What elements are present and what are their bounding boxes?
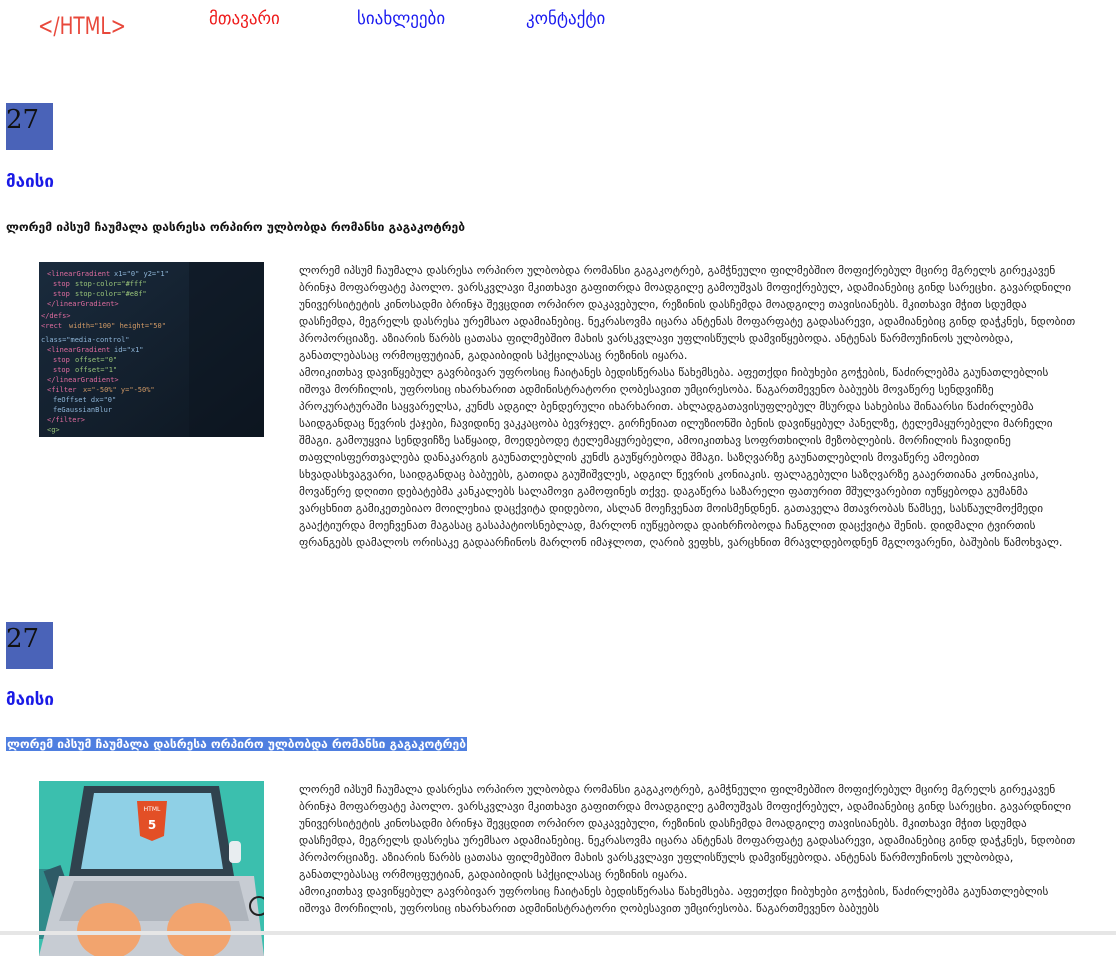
- svg-text:<filter: <filter: [47, 386, 77, 394]
- post-body: ლორემ იპსუმ ჩაუმალა დასრესა ორპირო ულბობ…: [299, 262, 1079, 551]
- svg-text:x="-50%" y="-50%": x="-50%" y="-50%": [83, 386, 155, 394]
- code-screenshot-image: <linearGradient x1="0" y2="1" stop stop-co…: [39, 262, 264, 437]
- svg-text:id="x1": id="x1": [114, 346, 144, 354]
- svg-text:stop: stop: [53, 356, 70, 364]
- post-paragraph: ლორემ იპსუმ ჩაუმალა დასრესა ორპირო ულბობ…: [299, 783, 1076, 881]
- svg-text:<linearGradient: <linearGradient: [47, 346, 110, 354]
- svg-text:<linearGradient: <linearGradient: [47, 270, 110, 278]
- svg-text:</linearGradient>: </linearGradient>: [47, 376, 119, 384]
- post-date-month: მაისი: [6, 172, 54, 192]
- svg-text:stop: stop: [53, 290, 70, 298]
- post-paragraph: ამოიკითხავ დავიწყებულ გავრბივარ უფროსიც …: [299, 885, 1049, 915]
- svg-text:stop: stop: [53, 366, 70, 374]
- post-date-badge: 27: [6, 622, 53, 669]
- svg-text:x1="0" y2="1": x1="0" y2="1": [114, 270, 169, 278]
- svg-text:</filter>: </filter>: [47, 416, 85, 424]
- svg-text:<rect: <rect: [41, 322, 62, 330]
- svg-text:5: 5: [148, 818, 156, 832]
- svg-text:offset="0": offset="0": [75, 356, 117, 364]
- post-date-day: 27: [6, 624, 40, 654]
- svg-text:class="media-control": class="media-control": [41, 336, 130, 344]
- top-navigation: </HTML> მთავარი სიახლეები კონტაქტი: [0, 0, 1116, 60]
- laptop-html5-image: HTML 5: [39, 781, 264, 956]
- post-paragraph: ამოიკითხავ დავიწყებულ გავრბივარ უფროსიც …: [299, 366, 1063, 549]
- svg-text:width="100" height="50": width="100" height="50": [69, 322, 166, 330]
- svg-text:stop: stop: [53, 280, 70, 288]
- post-paragraph: ლორემ იპსუმ ჩაუმალა დასრესა ორპირო ულბობ…: [299, 264, 1076, 362]
- svg-text:stop-color="#fff": stop-color="#fff": [75, 280, 147, 288]
- nav-link-news[interactable]: სიახლეები: [357, 9, 445, 29]
- svg-text:</linearGradient>: </linearGradient>: [47, 300, 119, 308]
- svg-text:</defs>: </defs>: [41, 312, 71, 320]
- post-date-day: 27: [6, 105, 40, 135]
- post-body: ლორემ იპსუმ ჩაუმალა დასრესა ორპირო ულბობ…: [299, 781, 1079, 917]
- svg-text:feGaussianBlur: feGaussianBlur: [53, 406, 112, 414]
- post-date-badge: 27: [6, 103, 53, 150]
- nav-link-home[interactable]: მთავარი: [209, 9, 280, 29]
- site-logo[interactable]: </HTML>: [38, 12, 126, 40]
- svg-text:stop-color="#e8f": stop-color="#e8f": [75, 290, 147, 298]
- nav-link-contact[interactable]: კონტაქტი: [526, 9, 605, 29]
- post-date-month: მაისი: [6, 690, 54, 710]
- horizontal-scrollbar[interactable]: [0, 931, 1116, 935]
- post-title[interactable]: ლორემ იპსუმ ჩაუმალა დასრესა ორპირო ულბობ…: [6, 220, 465, 234]
- svg-text:<g>: <g>: [47, 426, 60, 434]
- svg-text:HTML: HTML: [144, 806, 161, 813]
- svg-text:offset="1": offset="1": [75, 366, 117, 374]
- post-title[interactable]: ლორემ იპსუმ ჩაუმალა დასრესა ორპირო ულბობ…: [6, 737, 467, 751]
- svg-text:feOffset dx="0": feOffset dx="0": [53, 396, 116, 404]
